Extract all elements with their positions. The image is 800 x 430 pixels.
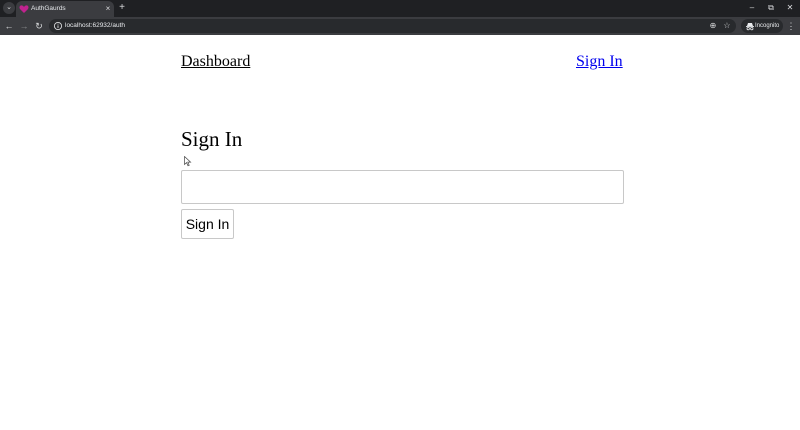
signin-input[interactable] — [181, 170, 624, 204]
reload-icon[interactable]: ↻ — [33, 20, 45, 32]
signin-button[interactable]: Sign In — [181, 209, 234, 239]
heart-favicon-icon — [19, 5, 29, 13]
browser-tab[interactable]: AuthGaurds × — [16, 1, 114, 17]
url-text: localhost:62932/auth — [65, 22, 125, 29]
minimize-icon[interactable]: – — [744, 2, 760, 14]
forward-arrow-icon[interactable]: → — [18, 20, 30, 32]
site-info-icon[interactable] — [53, 21, 63, 31]
bookmark-star-icon[interactable]: ☆ — [721, 20, 733, 32]
page-content: Dashboard Sign In Sign In Sign In — [0, 35, 800, 430]
nav-signin-link[interactable]: Sign In — [576, 52, 623, 72]
browser-menu-icon[interactable]: ⋮ — [786, 20, 796, 32]
tab-close-icon[interactable]: × — [103, 4, 113, 14]
tab-search-chevron-icon[interactable]: ⌄ — [3, 2, 15, 14]
nav-dashboard-link[interactable]: Dashboard — [181, 52, 250, 72]
mouse-pointer-icon — [184, 156, 192, 167]
incognito-label: Incognito — [755, 23, 780, 29]
incognito-badge[interactable]: Incognito — [741, 19, 783, 33]
page-title: Sign In — [181, 127, 243, 151]
tab-title: AuthGaurds — [31, 5, 66, 12]
new-tab-plus-icon[interactable]: + — [116, 2, 128, 14]
incognito-icon — [746, 23, 754, 31]
browser-tabstrip: ⌄ AuthGaurds × + – ⧉ ✕ — [0, 0, 800, 17]
restore-icon[interactable]: ⧉ — [763, 2, 779, 14]
zoom-icon[interactable]: ⊕ — [707, 20, 719, 32]
browser-toolbar: ← → ↻ localhost:62932/auth ⊕ ☆ Incognito… — [0, 17, 800, 35]
window-close-icon[interactable]: ✕ — [782, 2, 798, 14]
address-bar[interactable]: localhost:62932/auth ⊕ ☆ — [49, 19, 736, 33]
back-arrow-icon[interactable]: ← — [3, 20, 15, 32]
